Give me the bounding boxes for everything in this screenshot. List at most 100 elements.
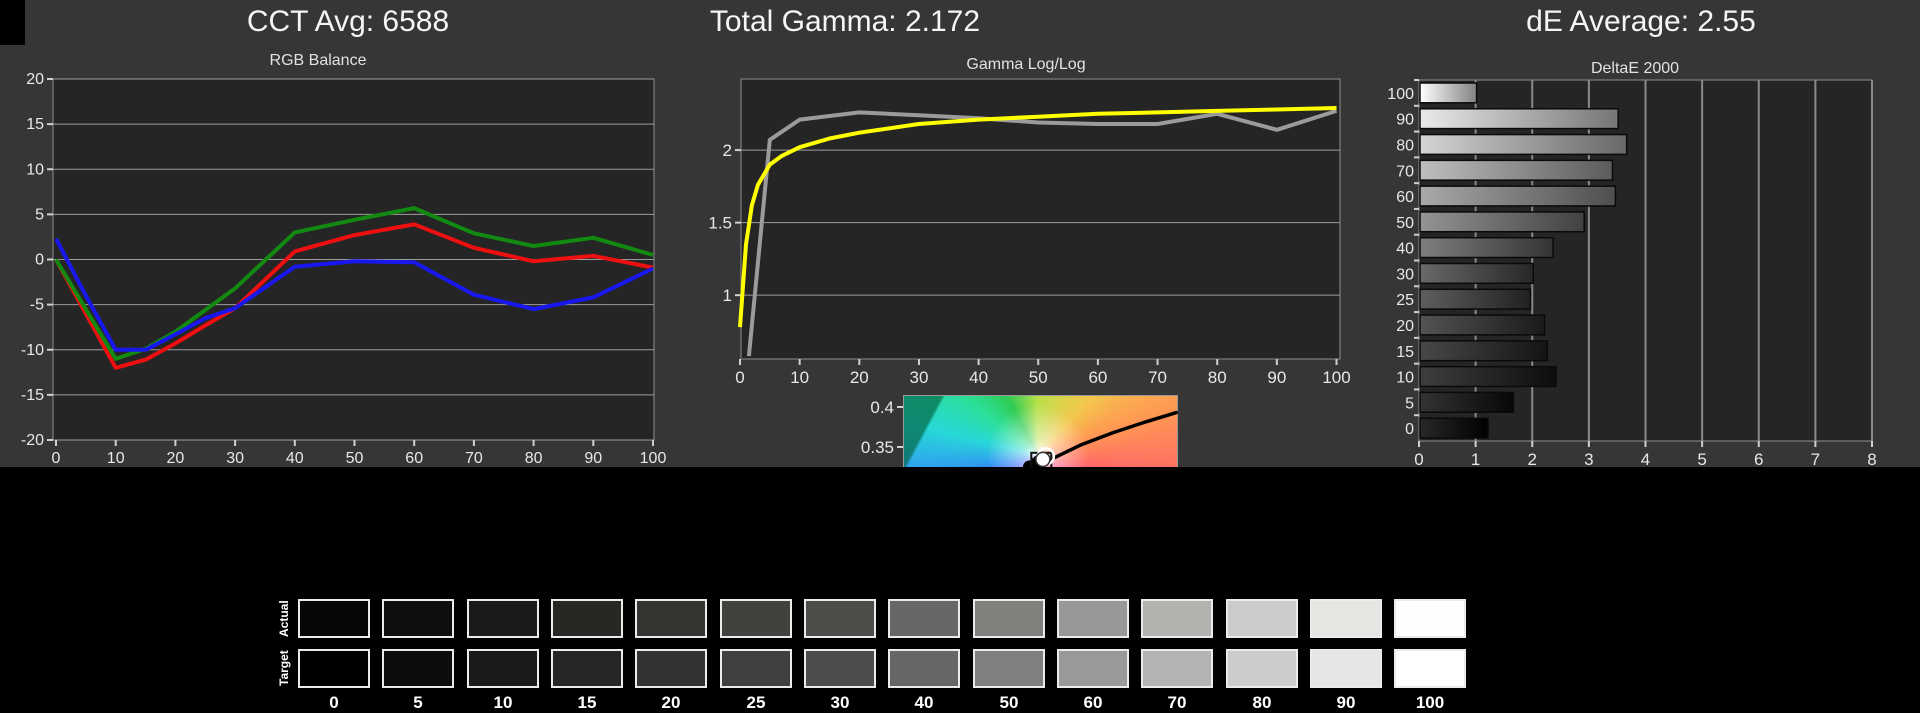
axis-tick-label: 50 — [1029, 368, 1048, 387]
axis-tick-label: 70 — [1396, 163, 1414, 180]
rgb-balance-chart: 20151050-5-10-15-20010203040506070809010… — [0, 0, 700, 467]
swatch-target-15 — [551, 649, 623, 688]
swatch-actual-10 — [467, 599, 539, 638]
swatch-target-80 — [1226, 649, 1298, 688]
axis-tick-label: 40 — [286, 450, 304, 467]
axis-tick-label: 0.35 — [861, 438, 894, 457]
axis-tick-label: 2 — [723, 141, 732, 160]
target-row-label: Target — [276, 649, 292, 688]
swatch-actual-40 — [888, 599, 960, 638]
axis-tick-label: 50 — [346, 450, 364, 467]
swatch-actual-100 — [1394, 599, 1466, 638]
de-bar-40 — [1420, 238, 1553, 258]
axis-tick-label: 20 — [850, 368, 869, 387]
actual-row-label: Actual — [276, 599, 292, 638]
axis-tick-label: 1.5 — [708, 214, 732, 233]
axis-tick-label: 20 — [167, 450, 185, 467]
deltae2000-chart: 012345678100908070605040302520151050 — [1390, 0, 1920, 467]
swatch-level-label: 10 — [461, 693, 545, 713]
swatch-level-label: 70 — [1135, 693, 1219, 713]
axis-tick-label: 1 — [723, 286, 732, 305]
axis-tick-label: 80 — [1396, 137, 1414, 154]
axis-tick-label: 90 — [1396, 112, 1414, 129]
de-bar-50 — [1420, 212, 1584, 232]
swatch-target-90 — [1310, 649, 1382, 688]
de-bar-60 — [1420, 186, 1615, 206]
axis-tick-label: 0 — [35, 252, 44, 269]
axis-tick-label: 10 — [26, 161, 44, 178]
axis-tick-label: 0 — [1405, 421, 1414, 438]
de-bar-5 — [1420, 392, 1513, 412]
axis-tick-label: 10 — [107, 450, 125, 467]
swatch-level-label: 50 — [967, 693, 1051, 713]
swatch-level-label: 80 — [1220, 693, 1304, 713]
swatch-level-label: 30 — [798, 693, 882, 713]
swatch-actual-15 — [551, 599, 623, 638]
de-bar-10 — [1420, 367, 1556, 387]
de-bar-70 — [1420, 160, 1613, 180]
axis-tick-label: 10 — [790, 368, 809, 387]
swatch-actual-30 — [804, 599, 876, 638]
de-bar-80 — [1420, 135, 1627, 155]
axis-tick-label: 0 — [52, 450, 61, 467]
axis-tick-label: 30 — [1396, 266, 1414, 283]
axis-tick-label: 15 — [1396, 344, 1414, 361]
axis-tick-label: 20 — [26, 71, 44, 88]
axis-tick-label: 70 — [465, 450, 483, 467]
swatch-level-label: 0 — [292, 693, 376, 713]
de-bar-100 — [1420, 83, 1477, 103]
axis-tick-label: 80 — [525, 450, 543, 467]
swatch-actual-5 — [382, 599, 454, 638]
swatch-level-label: 20 — [629, 693, 713, 713]
axis-tick-label: 100 — [1322, 368, 1350, 387]
axis-tick-label: 90 — [584, 450, 602, 467]
calibration-report: CCT Avg: 6588 Total Gamma: 2.172 dE Aver… — [0, 0, 1920, 713]
swatch-level-label: 60 — [1051, 693, 1135, 713]
grayscale-swatch-strip: Actual Target 05101520253040506070809010… — [0, 467, 1920, 713]
de-bar-30 — [1420, 264, 1533, 284]
white-point-marker — [1036, 452, 1050, 466]
de-bar-0 — [1420, 418, 1488, 438]
axis-tick-label: 25 — [1396, 292, 1414, 309]
swatch-level-label: 90 — [1304, 693, 1388, 713]
axis-tick-label: 20 — [1396, 318, 1414, 335]
de-bar-20 — [1420, 315, 1545, 335]
axis-tick-label: 60 — [405, 450, 423, 467]
swatch-target-20 — [635, 649, 707, 688]
swatch-actual-90 — [1310, 599, 1382, 638]
axis-tick-label: 70 — [1148, 368, 1167, 387]
axis-tick-label: 40 — [969, 368, 988, 387]
swatch-actual-80 — [1226, 599, 1298, 638]
axis-tick-label: 90 — [1267, 368, 1286, 387]
swatch-target-5 — [382, 649, 454, 688]
axis-tick-label: 5 — [1405, 395, 1414, 412]
swatch-level-label: 15 — [545, 693, 629, 713]
axis-tick-label: 10 — [1396, 370, 1414, 387]
swatch-level-label: 25 — [714, 693, 798, 713]
axis-tick-label: 100 — [640, 450, 667, 467]
swatch-level-label: 40 — [882, 693, 966, 713]
swatch-target-30 — [804, 649, 876, 688]
swatch-actual-20 — [635, 599, 707, 638]
axis-tick-label: 30 — [909, 368, 928, 387]
de-bar-25 — [1420, 289, 1530, 309]
axis-tick-label: 60 — [1396, 189, 1414, 206]
swatch-target-10 — [467, 649, 539, 688]
swatch-level-label: 5 — [376, 693, 460, 713]
swatch-actual-70 — [1141, 599, 1213, 638]
axis-tick-label: 5 — [35, 206, 44, 223]
de-bar-90 — [1420, 109, 1618, 129]
swatch-level-label: 100 — [1388, 693, 1472, 713]
swatch-target-70 — [1141, 649, 1213, 688]
swatch-actual-25 — [720, 599, 792, 638]
swatch-target-50 — [973, 649, 1045, 688]
swatch-target-100 — [1394, 649, 1466, 688]
axis-tick-label: 80 — [1208, 368, 1227, 387]
axis-tick-label: 30 — [226, 450, 244, 467]
axis-tick-label: -5 — [30, 297, 44, 314]
axis-tick-label: -20 — [21, 432, 44, 449]
swatch-actual-50 — [973, 599, 1045, 638]
swatch-actual-60 — [1057, 599, 1129, 638]
axis-tick-label: 15 — [26, 116, 44, 133]
swatch-actual-0 — [298, 599, 370, 638]
